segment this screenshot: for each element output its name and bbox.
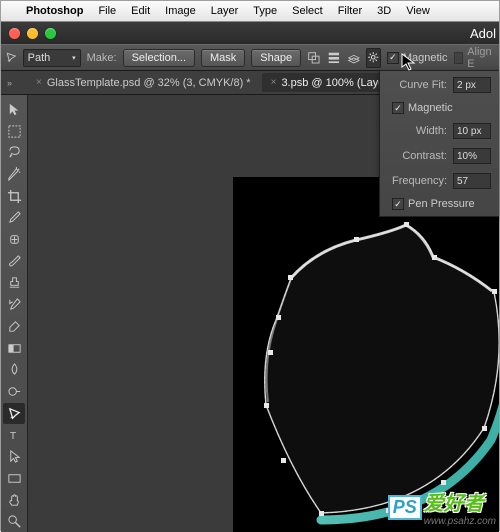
wand-tool[interactable] [3, 164, 25, 185]
toolbox: T [1, 95, 28, 532]
mode-value: Path [28, 52, 51, 64]
blur-tool[interactable] [3, 359, 25, 380]
close-icon[interactable]: × [36, 77, 42, 88]
close-button[interactable] [9, 28, 20, 39]
app-menu[interactable]: Photoshop [26, 5, 83, 17]
stamp-tool[interactable] [3, 273, 25, 294]
checkbox-icon: ✓ [392, 198, 404, 210]
options-bar: Path ▾ Make: Selection... Mask Shape ✓ M… [1, 44, 499, 71]
rectangle-tool[interactable] [3, 468, 25, 489]
checkbox-icon: ✓ [387, 52, 399, 64]
mode-dropdown[interactable]: Path ▾ [23, 49, 81, 67]
mask-button[interactable]: Mask [201, 49, 245, 67]
checkbox-icon [454, 52, 464, 64]
contrast-field[interactable]: 10% [453, 148, 491, 164]
tab-label: GlassTemplate.psd @ 32% (3, CMYK/8) * [47, 77, 251, 89]
zoom-button[interactable] [45, 28, 56, 39]
curve-fit-field[interactable]: 2 px [453, 77, 491, 93]
align-label: Align E [467, 46, 494, 70]
shape-button[interactable]: Shape [251, 49, 301, 67]
pen-tool[interactable] [3, 403, 25, 424]
close-icon[interactable]: × [271, 77, 277, 88]
healing-tool[interactable] [3, 229, 25, 250]
brush-tool[interactable] [3, 251, 25, 272]
eyedropper-tool[interactable] [3, 208, 25, 229]
menu-select[interactable]: Select [292, 5, 323, 17]
gear-button[interactable] [366, 48, 381, 68]
path-select-tool[interactable] [3, 446, 25, 467]
magnetic-label: Magnetic [403, 52, 448, 64]
eraser-tool[interactable] [3, 316, 25, 337]
minimize-button[interactable] [27, 28, 38, 39]
history-brush-tool[interactable] [3, 294, 25, 315]
menu-edit[interactable]: Edit [131, 5, 150, 17]
move-tool[interactable] [3, 99, 25, 120]
frequency-field[interactable]: 57 [453, 173, 491, 189]
expand-icon[interactable]: » [7, 78, 12, 88]
watermark-ps: PS [388, 495, 422, 520]
width-label: Width: [416, 125, 447, 137]
magnetic-label[interactable]: Magnetic [408, 102, 453, 114]
frequency-label: Frequency: [392, 175, 447, 187]
menu-image[interactable]: Image [165, 5, 196, 17]
align-icon[interactable] [327, 48, 341, 68]
width-field[interactable]: 10 px [453, 123, 491, 139]
svg-text:T: T [9, 432, 16, 443]
contrast-label: Contrast: [402, 150, 447, 162]
freeform-pen-options-panel: Curve Fit: 2 px ✓ Magnetic Width: 10 px … [379, 70, 499, 217]
tab-glass-template[interactable]: × GlassTemplate.psd @ 32% (3, CMYK/8) * [27, 73, 260, 92]
marquee-tool[interactable] [3, 121, 25, 142]
path-op-icon[interactable] [307, 48, 321, 68]
type-tool[interactable]: T [3, 425, 25, 446]
pen-pressure-label[interactable]: Pen Pressure [408, 198, 475, 210]
osx-menubar: Photoshop File Edit Image Layer Type Sel… [1, 1, 499, 22]
curve-fit-label: Curve Fit: [399, 79, 447, 91]
magnetic-checkbox[interactable]: ✓ Magnetic [387, 52, 448, 64]
gradient-tool[interactable] [3, 338, 25, 359]
glass-shard-artwork [236, 210, 499, 532]
chevron-down-icon: ▾ [72, 54, 76, 62]
window-titlebar: Adol [1, 22, 499, 44]
menu-view[interactable]: View [406, 5, 430, 17]
menu-filter[interactable]: Filter [338, 5, 362, 17]
watermark-url: www.psahz.com [424, 516, 496, 527]
crop-tool[interactable] [3, 186, 25, 207]
align-edges-checkbox[interactable]: Align E [454, 46, 494, 70]
selection-button[interactable]: Selection... [123, 49, 195, 67]
hand-tool[interactable] [3, 490, 25, 511]
watermark-zh: 爱好者 [424, 487, 484, 516]
menu-layer[interactable]: Layer [211, 5, 239, 17]
make-label: Make: [87, 52, 117, 64]
zoom-tool[interactable] [3, 511, 25, 532]
tool-preset-icon[interactable] [6, 49, 17, 66]
lasso-tool[interactable] [3, 142, 25, 163]
app-title: Adol [470, 26, 496, 41]
checkbox-icon: ✓ [392, 102, 404, 114]
arrange-icon[interactable] [347, 48, 361, 68]
menu-file[interactable]: File [98, 5, 116, 17]
watermark: PS 爱好者 www.psahz.com [388, 487, 496, 527]
menu-3d[interactable]: 3D [377, 5, 391, 17]
dodge-tool[interactable] [3, 381, 25, 402]
menu-type[interactable]: Type [253, 5, 277, 17]
